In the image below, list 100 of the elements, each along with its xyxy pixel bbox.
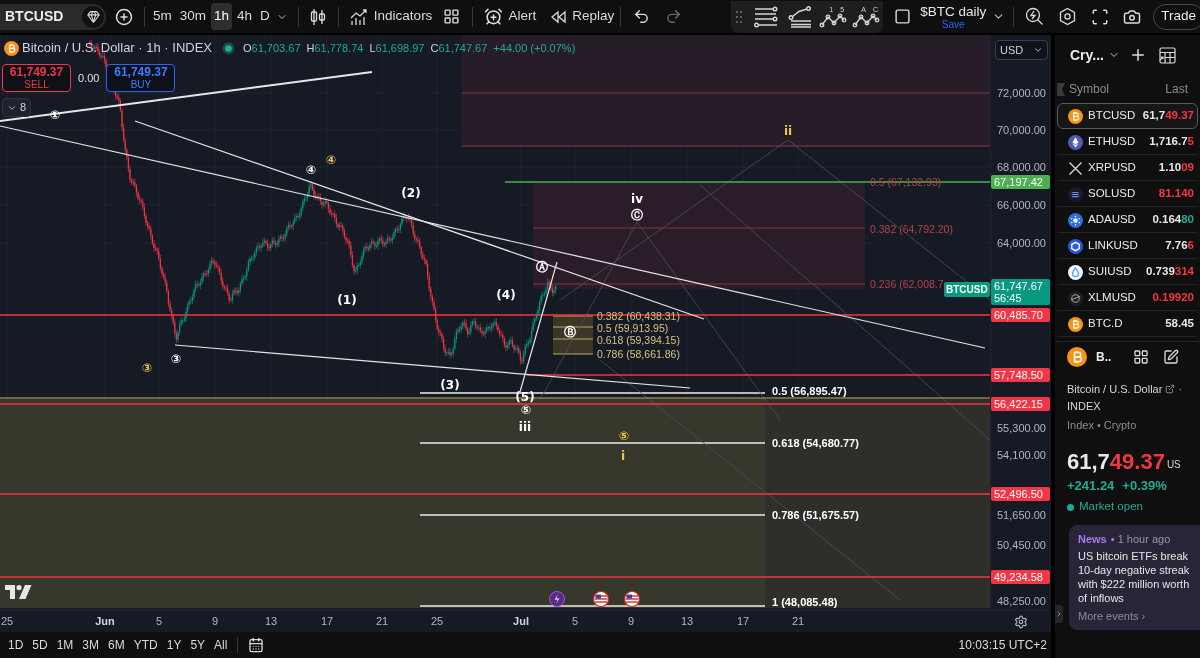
watchlist-row[interactable]: SUIUSD 0.739314 [1057, 259, 1198, 285]
caret-icon [1033, 45, 1043, 55]
replay-button[interactable]: Replay [550, 6, 615, 27]
redo-icon[interactable] [665, 8, 683, 25]
range-button[interactable]: 3M [79, 634, 103, 656]
edit-icon[interactable] [1163, 349, 1180, 365]
watchlist-row[interactable]: LINKUSD 7.766 [1057, 233, 1198, 259]
range-button[interactable]: YTD [130, 634, 161, 656]
undo-icon[interactable] [633, 8, 651, 25]
panel-collapse-handle[interactable] [1055, 605, 1063, 623]
indicators-button[interactable]: Indicators [348, 6, 433, 27]
range-button[interactable]: 5Y [187, 634, 209, 656]
watchlist-row[interactable]: BTCUSD 61,749.37 [1057, 103, 1198, 129]
time-axis-label: 21 [375, 615, 389, 628]
last-price: 1,716.75 [1149, 134, 1194, 150]
layout-name-button[interactable]: $BTC daily Save [920, 3, 987, 30]
lightning-search-icon[interactable] [1025, 7, 1045, 26]
candlestick-icon[interactable] [308, 6, 327, 27]
coin-icon [1068, 186, 1083, 202]
add-symbol-icon[interactable] [115, 7, 133, 26]
currency-select[interactable]: USD [995, 40, 1048, 60]
more-events-link[interactable]: More events › [1078, 609, 1191, 623]
zigzag-icon [851, 12, 880, 28]
news-card[interactable]: News • 1 hour ago US bitcoin ETFs break 10-day negative streak with $222 million worth of inflows More events › [1069, 525, 1200, 630]
settings-icon[interactable] [1058, 7, 1078, 26]
time-axis-label: 25 [0, 615, 14, 628]
column-header[interactable]: Symbol [1069, 80, 1109, 98]
price-axis-label: 68,000.00 [997, 161, 1046, 173]
range-button[interactable]: All [211, 634, 231, 656]
time-axis-label: 9 [627, 615, 635, 628]
last-price: 0.16480 [1152, 212, 1194, 228]
interval-tab[interactable]: 30m [176, 3, 210, 30]
alarm-clock-icon [484, 7, 504, 26]
last-price: 61,749.37 [1142, 108, 1194, 124]
status-dot-icon [1067, 503, 1074, 511]
separator-dot: · [1178, 381, 1183, 397]
last-price: 0.19920 [1152, 290, 1194, 306]
range-button[interactable]: 5D [29, 634, 51, 656]
watchlist-row[interactable]: BTC.D 58.45 [1057, 311, 1198, 337]
time-axis-label: 13 [264, 615, 278, 628]
settings-icon[interactable] [1013, 614, 1028, 629]
time-axis-label: 13 [680, 615, 694, 628]
time-axis-label: 9 [211, 615, 219, 628]
table-icon[interactable] [1159, 46, 1176, 64]
range-button[interactable]: 1M [53, 634, 77, 656]
time-axis-label: 17 [736, 615, 750, 628]
watchlist-selector[interactable]: Cry... [1070, 44, 1120, 66]
rewind-icon [550, 9, 568, 24]
grid-icon[interactable] [443, 8, 461, 25]
coin-icon [1068, 316, 1083, 332]
plus-icon[interactable] [1129, 46, 1147, 64]
fullscreen-icon[interactable] [1091, 7, 1110, 26]
chevron-icon [1055, 610, 1063, 618]
price-tag: 67,197.42 [991, 175, 1050, 189]
symbol-search-field[interactable]: BTCUSD [0, 3, 106, 30]
current-price: 61,749.37 [1067, 449, 1165, 475]
price-change-percent: +0.39% [1122, 477, 1167, 496]
drag-handle-icon[interactable] [735, 9, 744, 24]
time-axis-label: 5 [571, 615, 579, 628]
interval-tab[interactable]: 1h [211, 3, 233, 30]
alert-button[interactable]: Alert [484, 6, 537, 27]
camera-icon[interactable] [1123, 7, 1142, 26]
interval-tab[interactable]: 4h [234, 3, 256, 30]
range-button[interactable]: 6M [105, 634, 128, 656]
symbol-short-name: B.. [1096, 349, 1112, 366]
price-tag: 60,485.70 [991, 308, 1050, 322]
interval-tab[interactable]: D [257, 3, 273, 30]
calendar-icon[interactable] [248, 637, 265, 653]
news-headline[interactable]: US bitcoin ETFs break 10-day negative streak with $222 million worth of inflows [1078, 549, 1191, 605]
flag-marker-icon[interactable] [1057, 82, 1065, 96]
interval-tab[interactable]: 5m [150, 3, 175, 30]
price-axis-label: 64,000.00 [997, 237, 1046, 249]
symbol-name: BTCUSD [1088, 108, 1136, 124]
column-header[interactable]: Last [1165, 80, 1188, 98]
fib-lines-icon [753, 5, 780, 28]
coin-icon [1067, 347, 1087, 367]
grid-icon[interactable] [1133, 349, 1150, 365]
watchlist-row[interactable]: XLMUSD 0.19920 [1057, 285, 1198, 311]
external-link-icon[interactable] [1165, 384, 1176, 394]
chart-trend-icon [348, 7, 369, 26]
price-tag: 57,748.50 [991, 368, 1050, 382]
time-axis-label: 5 [155, 615, 163, 628]
coin-icon [1068, 134, 1083, 150]
exchange-name: INDEX [1067, 399, 1102, 414]
coin-icon [1068, 212, 1083, 228]
watchlist-row[interactable]: ETHUSD 1,716.75 [1057, 129, 1198, 155]
square-icon[interactable] [894, 8, 912, 25]
range-button[interactable]: 1D [5, 634, 27, 656]
watchlist-row[interactable]: SOLUSD 81.140 [1057, 181, 1198, 207]
news-source[interactable]: News [1078, 532, 1107, 546]
coin-icon [1068, 238, 1083, 254]
watchlist-row[interactable]: ADAUSD 0.16480 [1057, 207, 1198, 233]
range-button[interactable]: 1Y [163, 634, 185, 656]
last-price: 7.766 [1165, 238, 1194, 254]
watchlist-row[interactable]: XRPUSD 1.1009 [1057, 155, 1198, 181]
symbol-name: XLMUSD [1088, 290, 1136, 306]
price-axis-label: 48,250.00 [997, 595, 1046, 607]
symbol-name: BTC.D [1088, 316, 1123, 332]
price-axis-label: 72,000.00 [997, 87, 1046, 99]
news-time: • 1 hour ago [1110, 532, 1171, 546]
